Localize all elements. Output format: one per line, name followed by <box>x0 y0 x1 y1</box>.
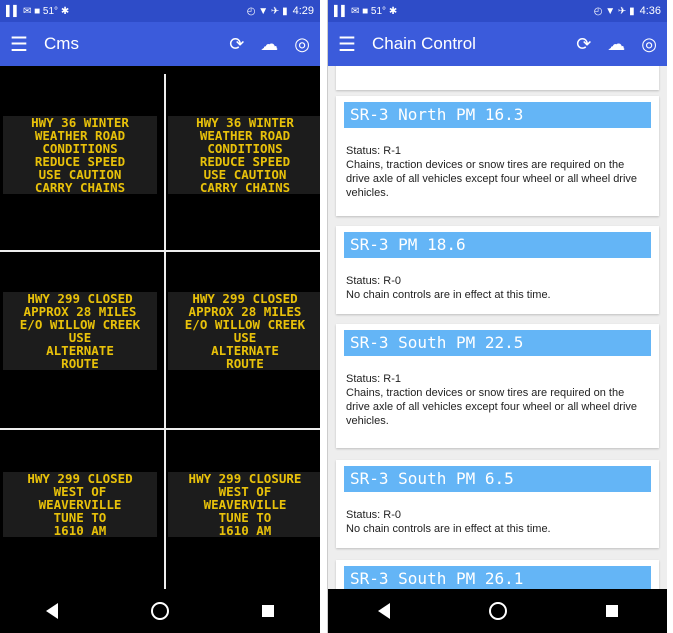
sign-line: ROUTE <box>61 356 99 371</box>
app-bar: ☰ Chain Control ⟳ ☁ ◎ <box>328 22 667 66</box>
clock: 4:36 <box>639 5 661 17</box>
notification-icons: ▌▌ ✉ ■ 51° ✱ <box>6 5 70 17</box>
settings-icon[interactable]: ◎ <box>641 34 657 55</box>
cms-sign-cell[interactable]: HWY 299 CLOSED APPROX 28 MILES E/O WILLO… <box>165 252 320 428</box>
card-body: Status: R-1 Chains, traction devices or … <box>346 144 651 200</box>
cms-sign: HWY 299 CLOSED APPROX 28 MILES E/O WILLO… <box>168 292 320 370</box>
page-title: Cms <box>44 34 79 53</box>
cms-grid: HWY 36 WINTER WEATHER ROAD CONDITIONS RE… <box>0 66 320 589</box>
cms-screen: ▌▌ ✉ ■ 51° ✱ ◴ ▼ ✈ ▮ 4:29 ☰ Cms ⟳ ☁ ◎ HWY… <box>0 0 320 633</box>
notification-icons: ▌▌ ✉ ■ 51° ✱ <box>334 5 398 17</box>
recent-apps-icon[interactable] <box>605 605 618 617</box>
card-body: Status: R-0 No chain controls are in eff… <box>346 508 651 536</box>
card-title: SR-3 PM 18.6 <box>344 232 651 258</box>
chain-control-card[interactable]: SR-3 South PM 6.5 Status: R-0 No chain c… <box>336 460 659 548</box>
card-status: Status: R-0 <box>346 275 402 287</box>
list-card-partial <box>336 66 659 90</box>
system-icons: ◴ ▼ ✈ ▮ <box>593 5 635 17</box>
cms-sign-cell[interactable]: HWY 36 WINTER WEATHER ROAD CONDITIONS RE… <box>165 66 320 250</box>
page-title: Chain Control <box>372 34 476 53</box>
cms-sign-cell[interactable]: HWY 299 CLOSED APPROX 28 MILES E/O WILLO… <box>0 252 160 428</box>
recent-apps-icon[interactable] <box>261 605 274 617</box>
cms-sign: HWY 299 CLOSED APPROX 28 MILES E/O WILLO… <box>3 292 157 370</box>
navigation-bar <box>328 589 667 633</box>
back-icon[interactable] <box>46 603 59 619</box>
cloud-download-icon[interactable]: ☁ <box>260 34 278 55</box>
settings-icon[interactable]: ◎ <box>294 34 310 55</box>
card-description: No chain controls are in effect at this … <box>346 523 551 535</box>
system-icons: ◴ ▼ ✈ ▮ <box>246 5 288 17</box>
home-icon[interactable] <box>488 602 507 620</box>
cms-sign-cell[interactable]: HWY 299 CLOSED WEST OF WEAVERVILLE TUNE … <box>0 430 160 590</box>
refresh-icon[interactable]: ⟳ <box>576 34 591 55</box>
card-description: Chains, traction devices or snow tires a… <box>346 159 638 199</box>
card-body: Status: R-0 No chain controls are in eff… <box>346 274 651 302</box>
chain-control-card[interactable]: SR-3 North PM 16.3 Status: R-1 Chains, t… <box>336 96 659 216</box>
card-description: Chains, traction devices or snow tires a… <box>346 387 638 427</box>
chain-control-screen: ▌▌ ✉ ■ 51° ✱ ◴ ▼ ✈ ▮ 4:36 ☰ Chain Control… <box>327 0 667 633</box>
chain-control-list[interactable]: SR-3 North PM 16.3 Status: R-1 Chains, t… <box>328 66 667 589</box>
cloud-download-icon[interactable]: ☁ <box>607 34 625 55</box>
card-status: Status: R-0 <box>346 509 402 521</box>
menu-icon[interactable]: ☰ <box>10 32 44 57</box>
menu-icon[interactable]: ☰ <box>338 32 372 57</box>
cms-sign-cell[interactable]: HWY 36 WINTER WEATHER ROAD CONDITIONS RE… <box>0 66 160 250</box>
app-bar: ☰ Cms ⟳ ☁ ◎ <box>0 22 320 66</box>
card-status: Status: R-1 <box>346 145 402 157</box>
home-icon[interactable] <box>150 602 169 620</box>
cms-sign-cell[interactable]: HWY 299 CLOSURE WEST OF WEAVERVILLE TUNE… <box>165 430 320 590</box>
chain-control-card[interactable]: SR-3 South PM 22.5 Status: R-1 Chains, t… <box>336 324 659 448</box>
cms-sign: HWY 36 WINTER WEATHER ROAD CONDITIONS RE… <box>168 116 320 194</box>
refresh-icon[interactable]: ⟳ <box>229 34 244 55</box>
sign-line: CARRY CHAINS <box>199 180 291 195</box>
card-title: SR-3 South PM 26.1 <box>344 566 651 589</box>
card-title: SR-3 South PM 6.5 <box>344 466 651 492</box>
status-bar: ▌▌ ✉ ■ 51° ✱ ◴ ▼ ✈ ▮ 4:29 <box>0 0 320 22</box>
sign-line: CARRY CHAINS <box>34 180 126 195</box>
sign-line: 1610 AM <box>53 523 107 538</box>
card-body: Status: R-1 Chains, traction devices or … <box>346 372 651 428</box>
back-icon[interactable] <box>377 603 390 619</box>
card-status: Status: R-1 <box>346 373 402 385</box>
chain-control-card[interactable]: SR-3 South PM 26.1 <box>336 560 659 589</box>
card-title: SR-3 North PM 16.3 <box>344 102 651 128</box>
sign-line: ROUTE <box>226 356 264 371</box>
status-bar: ▌▌ ✉ ■ 51° ✱ ◴ ▼ ✈ ▮ 4:36 <box>328 0 667 22</box>
cms-sign: HWY 36 WINTER WEATHER ROAD CONDITIONS RE… <box>3 116 157 194</box>
card-description: No chain controls are in effect at this … <box>346 289 551 301</box>
navigation-bar <box>0 589 320 633</box>
clock: 4:29 <box>292 5 314 17</box>
card-title: SR-3 South PM 22.5 <box>344 330 651 356</box>
chain-control-card[interactable]: SR-3 PM 18.6 Status: R-0 No chain contro… <box>336 226 659 314</box>
cms-sign: HWY 299 CLOSED WEST OF WEAVERVILLE TUNE … <box>3 472 157 537</box>
sign-line: 1610 AM <box>218 523 272 538</box>
cms-sign: HWY 299 CLOSURE WEST OF WEAVERVILLE TUNE… <box>168 472 320 537</box>
